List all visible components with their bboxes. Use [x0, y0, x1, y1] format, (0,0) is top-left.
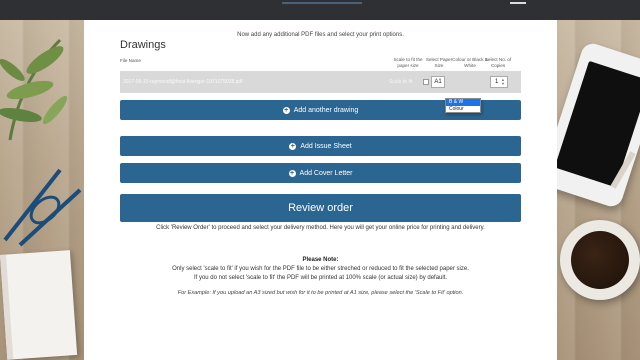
hamburger-menu-icon[interactable]	[510, 0, 526, 4]
paper-size-select[interactable]: A1	[431, 76, 445, 88]
order-options-card: Now add any additional PDF files and sel…	[84, 20, 557, 360]
column-header-paper-size: Select Paper Size	[425, 57, 453, 68]
scale-to-fit-checkbox[interactable]	[423, 79, 429, 85]
coffee-cup-decoration	[560, 220, 640, 300]
notebook-decoration	[0, 250, 78, 360]
plus-circle-icon: +	[288, 169, 296, 177]
site-logo[interactable]	[282, 0, 362, 4]
add-cover-letter-button[interactable]: + Add Cover Letter	[120, 163, 521, 183]
note-line-1: Only select 'scale to fit' if you wish f…	[172, 266, 469, 272]
section-title: Drawings	[120, 39, 166, 51]
note-title: Please Note:	[302, 257, 339, 263]
add-drawing-label: Add another drawing	[293, 106, 359, 114]
review-order-button[interactable]: Review order	[120, 194, 521, 222]
plus-circle-icon: +	[282, 106, 290, 114]
plus-circle-icon: +	[289, 142, 297, 150]
column-header-copies: Select No. of Copies	[484, 57, 512, 68]
copies-select[interactable]: 1 ▲ ▼	[490, 76, 508, 88]
drawing-row: 2017-05-15-raymondl@host-fiverigor-19710…	[120, 71, 521, 93]
review-help-text: Click 'Review Order' to proceed and sele…	[156, 225, 485, 231]
copies-value: 1	[495, 79, 499, 85]
colour-option-bw[interactable]: B & W	[446, 99, 480, 106]
file-name: 2017-05-15-raymondl@host-fiverigor-19710…	[123, 79, 243, 85]
colour-select-dropdown[interactable]: B & W Colour	[445, 98, 481, 113]
instruction-text: Now add any additional PDF files and sel…	[237, 32, 404, 38]
add-cover-letter-label: Add Cover Letter	[299, 169, 353, 177]
top-navigation-bar	[0, 0, 640, 20]
note-example: For Example: If you upload an A3 sized b…	[177, 290, 464, 296]
column-header-colour: Colour or Black & White	[452, 57, 488, 68]
column-header-scale: Scale to fit the paper size	[393, 57, 423, 68]
colour-option-colour[interactable]: Colour	[446, 106, 480, 113]
add-issue-sheet-button[interactable]: + Add Issue Sheet	[120, 136, 521, 156]
add-issue-sheet-label: Add Issue Sheet	[300, 142, 352, 150]
note-line-2: If you do not select 'scale to fit' the …	[193, 275, 448, 281]
scale-to-fit-label: Scale to fit	[389, 79, 413, 85]
column-header-file-name: File Name	[120, 58, 141, 63]
plant-decoration	[0, 38, 68, 141]
stepper-arrows-icon: ▲ ▼	[501, 77, 505, 86]
